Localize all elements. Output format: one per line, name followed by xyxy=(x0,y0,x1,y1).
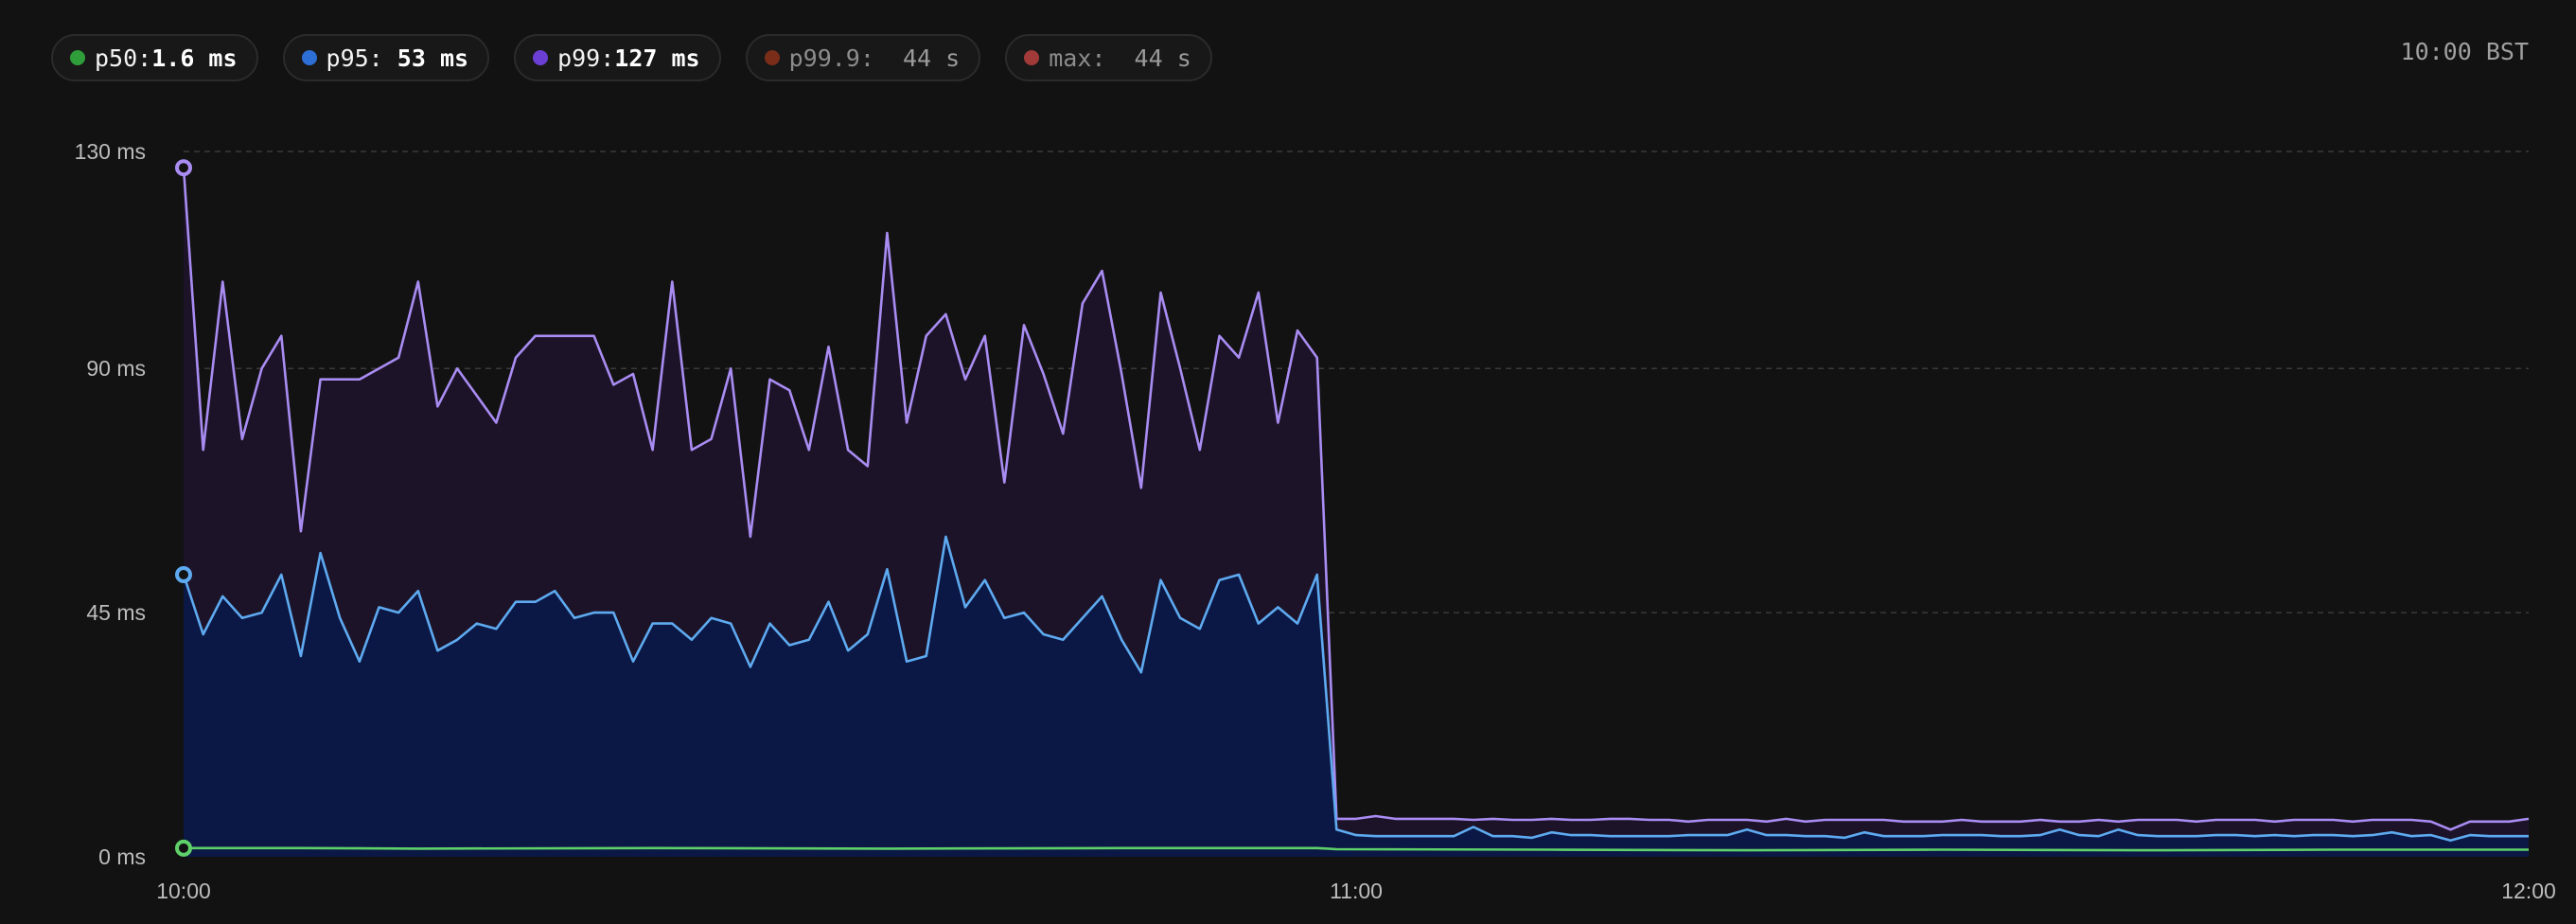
series-marker-p99 xyxy=(175,159,192,177)
y-tick-label: 45 ms xyxy=(86,600,146,625)
y-tick-label: 130 ms xyxy=(75,139,146,164)
y-tick-label: 0 ms xyxy=(98,844,146,869)
x-tick-label: 12:00 xyxy=(2501,879,2556,903)
x-tick-label: 10:00 xyxy=(156,879,211,903)
series-marker-p95 xyxy=(175,566,192,583)
series-marker-p50 xyxy=(175,839,192,857)
x-tick-label: 11:00 xyxy=(1330,879,1383,903)
latency-dashboard: p50: 1.6 ms p95: 53 ms p99: 127 ms p99.9… xyxy=(0,0,2576,924)
latency-chart[interactable]: 0 ms 45 ms 90 ms 130 ms 10:00 11:00 12:00 xyxy=(0,0,2576,924)
y-tick-label: 90 ms xyxy=(86,356,146,381)
